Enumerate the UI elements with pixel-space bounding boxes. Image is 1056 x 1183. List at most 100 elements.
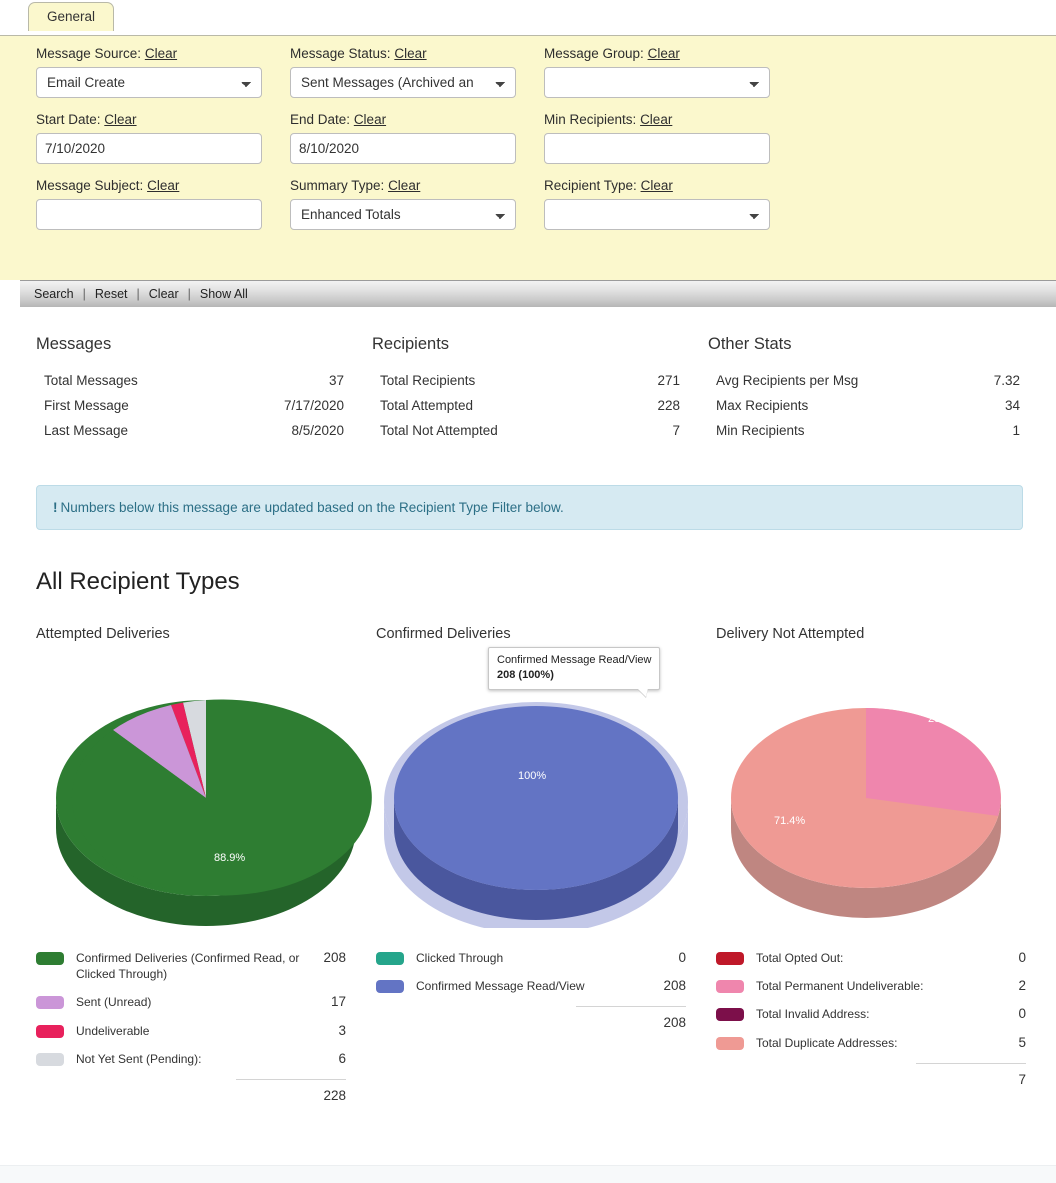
legend-not-attempted: Total Opted Out: 0 Total Permanent Undel… [716, 944, 1026, 1087]
stats-group-title: Messages [36, 335, 112, 353]
legend-confirmed: Clicked Through 0 Confirmed Message Read… [376, 944, 686, 1030]
legend-item[interactable]: Confirmed Deliveries (Confirmed Read, or… [36, 944, 346, 988]
field-summary-type: Summary Type: Clear Enhanced Totals [290, 178, 544, 230]
legend-item[interactable]: Sent (Unread) 17 [36, 988, 346, 1016]
legend-item[interactable]: Confirmed Message Read/View 208 [376, 972, 686, 1000]
message-source-select[interactable]: Email Create [36, 67, 262, 98]
legend-label: Confirmed Deliveries (Confirmed Read, or… [76, 951, 300, 982]
legend-swatch-icon [376, 980, 404, 994]
legend-label: Confirmed Message Read/View [416, 979, 585, 994]
clear-link-message-source[interactable]: Clear [145, 46, 177, 61]
min-recipients-input[interactable] [544, 133, 770, 164]
stat-value: 228 [657, 398, 680, 413]
legend-swatch-icon [36, 996, 64, 1010]
legend-total-row: 208 [576, 1006, 686, 1030]
legend-swatch-icon [716, 1036, 744, 1050]
clear-link-summary-type[interactable]: Clear [388, 178, 420, 193]
legend-item[interactable]: Total Opted Out: 0 [716, 944, 1026, 972]
field-end-date: End Date: Clear [290, 112, 544, 164]
footer-strip [0, 1165, 1056, 1183]
reset-button[interactable]: Reset [95, 287, 128, 301]
recipient-type-select[interactable] [544, 199, 770, 230]
chart-title: Attempted Deliveries [36, 626, 170, 642]
clear-link-end-date[interactable]: Clear [354, 112, 386, 127]
charts-container: Attempted Deliveries 7.3% 88.9% Confirme… [36, 626, 1056, 1103]
pie-canvas-attempted[interactable]: 7.3% 88.9% [36, 650, 376, 928]
legend-label: Sent (Unread) [76, 995, 152, 1010]
legend-value: 2 [1018, 978, 1026, 994]
clear-link-message-status[interactable]: Clear [394, 46, 426, 61]
action-separator: | [82, 287, 86, 301]
clear-button[interactable]: Clear [149, 287, 179, 301]
show-all-button[interactable]: Show All [200, 287, 248, 301]
stat-value: 1 [1012, 423, 1020, 438]
legend-item[interactable]: Clicked Through 0 [376, 944, 686, 972]
message-group-select[interactable] [544, 67, 770, 98]
legend-total-value: 228 [323, 1087, 346, 1103]
chart-confirmed-deliveries: Confirmed Deliveries 100% Confirmed Mess… [376, 626, 716, 1103]
legend-swatch-icon [376, 952, 404, 965]
legend-value: 5 [1018, 1034, 1026, 1050]
stat-row: Total Messages 37 [36, 368, 372, 393]
pie-svg-confirmed[interactable] [376, 650, 716, 934]
stat-key: First Message [44, 398, 129, 413]
clear-link-start-date[interactable]: Clear [104, 112, 136, 127]
pie-svg-not-attempted[interactable] [716, 650, 1056, 928]
legend-item[interactable]: Total Invalid Address: 0 [716, 1000, 1026, 1028]
stat-value: 37 [328, 373, 344, 388]
message-status-select[interactable]: Sent Messages (Archived an [290, 67, 516, 98]
chart-delivery-not-attempted: Delivery Not Attempted 28.6% 71.4% Total… [716, 626, 1056, 1103]
legend-value: 208 [323, 950, 346, 965]
field-end-date-label: End Date: Clear [290, 112, 387, 127]
pie-svg-attempted[interactable] [36, 650, 376, 928]
legend-label: Total Invalid Address: [756, 1007, 870, 1022]
stat-row: Avg Recipients per Msg 7.32 [708, 368, 1028, 393]
legend-value: 208 [663, 978, 686, 994]
tab-general[interactable]: General [28, 2, 115, 31]
legend-value: 0 [1018, 1006, 1026, 1022]
field-message-status: Message Status: Clear Sent Messages (Arc… [290, 46, 544, 98]
action-separator: | [187, 287, 191, 301]
clear-link-message-subject[interactable]: Clear [147, 178, 179, 193]
clear-link-recipient-type[interactable]: Clear [641, 178, 673, 193]
legend-total-row: 228 [236, 1078, 346, 1103]
legend-total-value: 7 [1018, 1071, 1026, 1087]
stat-value: 271 [657, 373, 680, 388]
chart-tooltip: Confirmed Message Read/View 208 (100%) [488, 647, 661, 690]
exclamation-icon: ! [53, 500, 58, 515]
legend-item[interactable]: Undeliverable 3 [36, 1017, 346, 1045]
summary-type-select[interactable]: Enhanced Totals [290, 199, 516, 230]
legend-label: Not Yet Sent (Pending): [76, 1051, 202, 1066]
pie-canvas-not-attempted[interactable]: 28.6% 71.4% [716, 650, 1056, 928]
stat-key: Min Recipients [716, 423, 805, 438]
filter-row-1: Message Source: Clear Email Create Messa… [36, 46, 1056, 98]
tab-general-label: General [47, 9, 96, 24]
legend-swatch-icon [36, 952, 64, 965]
search-button[interactable]: Search [34, 287, 74, 301]
stat-value: 7 [672, 423, 680, 438]
stat-value: 7.32 [993, 373, 1020, 388]
stat-row: Last Message 8/5/2020 [36, 418, 372, 443]
end-date-input[interactable] [290, 133, 516, 164]
stats-group-recipients: Recipients Total Recipients 271 Total At… [372, 335, 708, 443]
clear-link-min-recipients[interactable]: Clear [640, 112, 672, 127]
stat-key: Last Message [44, 423, 129, 438]
chart-title: Delivery Not Attempted [716, 626, 865, 642]
field-recipient-type-label: Recipient Type: Clear [544, 178, 673, 193]
start-date-input[interactable] [36, 133, 262, 164]
clear-link-message-group[interactable]: Clear [648, 46, 680, 61]
legend-value: 0 [678, 950, 686, 965]
legend-item[interactable]: Total Permanent Undeliverable: 2 [716, 972, 1026, 1000]
stat-row: Total Attempted 228 [372, 393, 708, 418]
stat-value: 34 [1004, 398, 1020, 413]
stat-row: Max Recipients 34 [708, 393, 1028, 418]
legend-item[interactable]: Total Duplicate Addresses: 5 [716, 1029, 1026, 1057]
legend-value: 0 [1018, 950, 1026, 965]
field-message-source: Message Source: Clear Email Create [36, 46, 290, 98]
pie-canvas-confirmed[interactable]: 100% Confirmed Message Read/View 208 (10… [376, 647, 716, 934]
tab-strip: General [0, 0, 1056, 35]
legend-item[interactable]: Not Yet Sent (Pending): 6 [36, 1045, 346, 1073]
message-subject-input[interactable] [36, 199, 262, 230]
field-min-recipients: Min Recipients: Clear [544, 112, 798, 164]
field-start-date: Start Date: Clear [36, 112, 290, 164]
